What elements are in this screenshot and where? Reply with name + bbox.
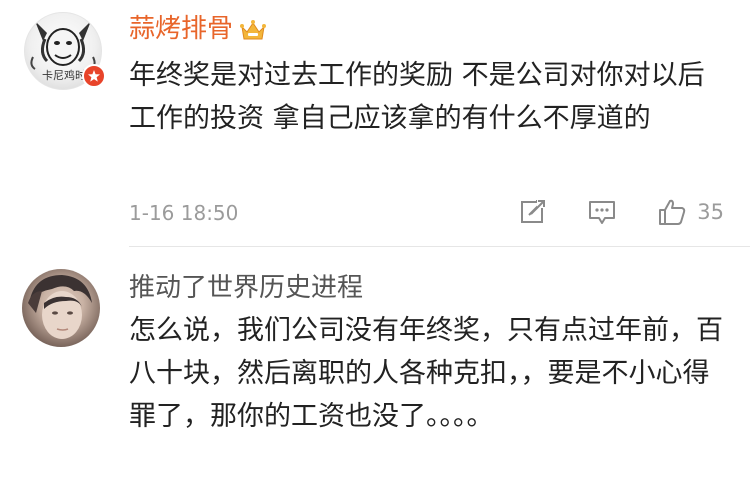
comment-text: 怎么说，我们公司没有年终奖，只有点过年前，百八十块，然后离职的人各种克扣，，要是…	[129, 315, 723, 432]
comment-item: 推动了世界历史进程 怎么说，我们公司没有年终奖，只有点过年前，百八十块，然后离职…	[0, 247, 750, 494]
username[interactable]: 推动了世界历史进程	[129, 271, 363, 305]
comment-item: 卡尼鸡时 蒜烤排骨 年终奖是对过去工作的奖励 不是公司对你对以后工作的投资 拿自…	[0, 0, 750, 247]
action-bar: 35	[479, 194, 724, 230]
verified-badge-icon	[82, 64, 106, 88]
avatar[interactable]	[22, 269, 100, 347]
username-text[interactable]: 蒜烤排骨	[129, 14, 233, 44]
reply-button[interactable]	[587, 198, 617, 226]
reply-icon	[589, 201, 616, 224]
avatar[interactable]: 卡尼鸡时	[24, 12, 106, 90]
comment-thread: 卡尼鸡时 蒜烤排骨 年终奖是对过去工作的奖励 不是公司对你对以后工作的投资 拿自…	[0, 0, 750, 494]
username[interactable]: 蒜烤排骨	[129, 12, 267, 46]
like-icon	[659, 199, 686, 225]
comment-text: 年终奖是对过去工作的奖励 不是公司对你对以后工作的投资 拿自己应该拿的有什么不厚…	[129, 60, 705, 134]
user-photo-icon	[28, 275, 92, 339]
avatar-image	[22, 269, 100, 347]
like-count: 35	[697, 200, 724, 224]
like-button[interactable]: 35	[657, 197, 724, 227]
share-button[interactable]	[519, 198, 548, 226]
timestamp: 1-16 18:50	[129, 201, 239, 225]
share-icon	[521, 198, 548, 223]
crown-icon	[239, 18, 267, 42]
